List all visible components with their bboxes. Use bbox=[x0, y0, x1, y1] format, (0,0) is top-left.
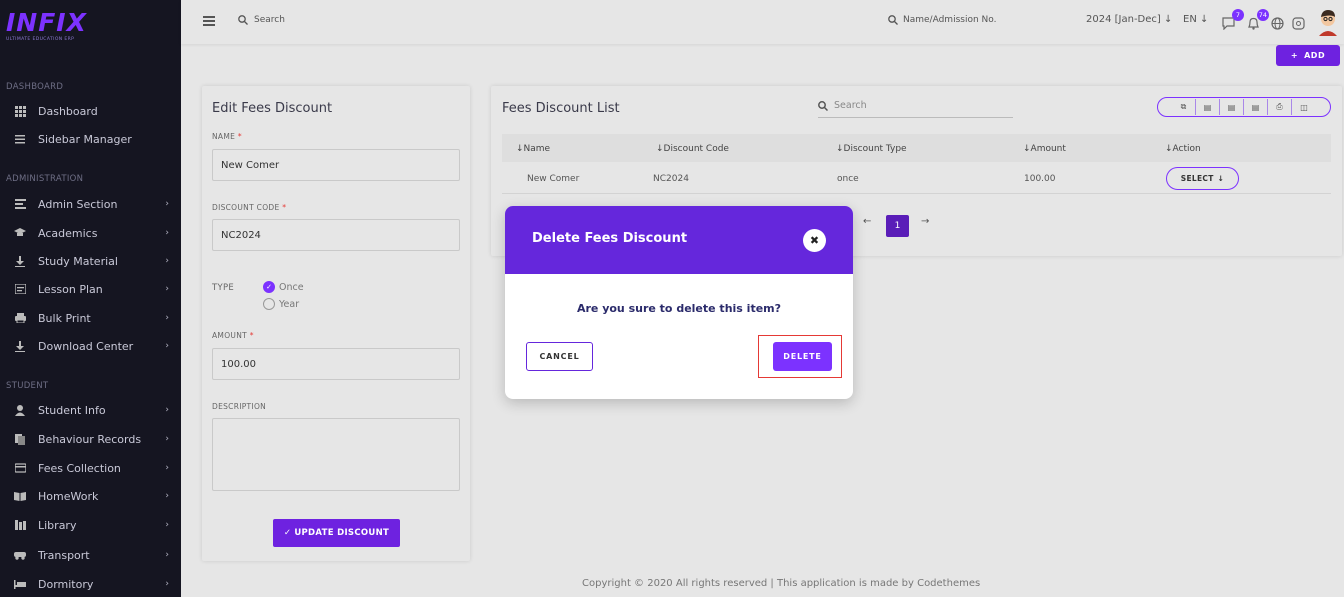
modal-title: Delete Fees Discount bbox=[532, 231, 688, 246]
close-icon[interactable]: ✖ bbox=[803, 229, 826, 252]
delete-modal: Delete Fees Discount ✖ Are you sure to d… bbox=[505, 206, 853, 399]
modal-header: Delete Fees Discount ✖ bbox=[505, 206, 853, 274]
modal-message: Are you sure to delete this item? bbox=[576, 302, 782, 315]
delete-button[interactable]: DELETE bbox=[773, 342, 832, 371]
cancel-button[interactable]: CANCEL bbox=[526, 342, 593, 371]
